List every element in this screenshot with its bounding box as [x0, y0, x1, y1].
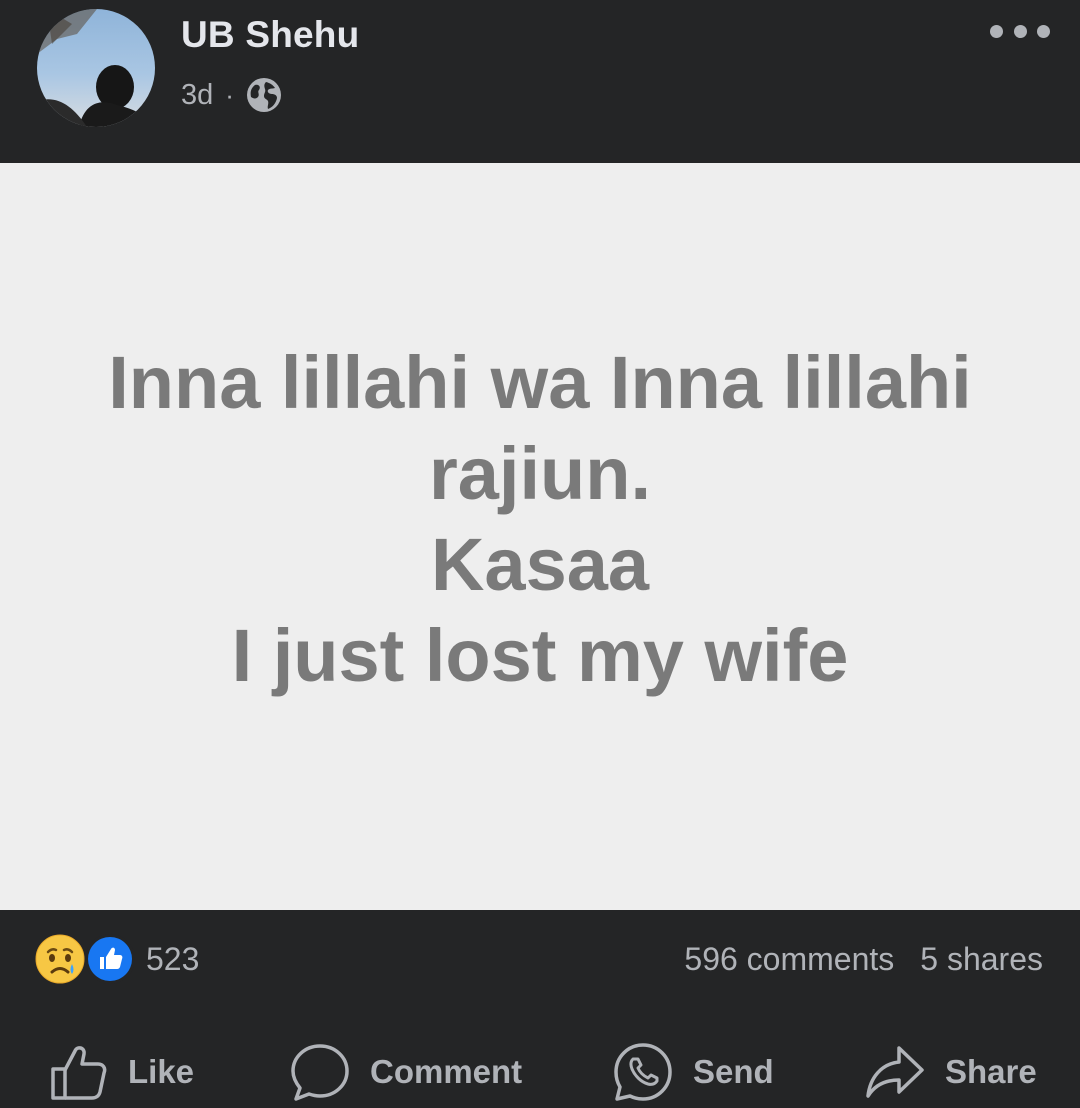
like-reaction-icon [85, 934, 135, 984]
comment-button[interactable]: Comment [290, 1042, 522, 1102]
more-dot [1013, 24, 1027, 38]
post-text: Inna lillahi wa Inna lillahi rajiun. Kas… [40, 337, 1040, 701]
post-body[interactable]: Inna lillahi wa Inna lillahi rajiun. Kas… [0, 163, 1080, 910]
author-name[interactable]: UB Shehu [181, 14, 359, 56]
reactions-summary: 523 596 comments 5 shares [0, 910, 1080, 1010]
post-header: UB Shehu 3d · [0, 0, 1080, 163]
feed-post: UB Shehu 3d · Inna lillahi wa Inna lilla… [0, 0, 1080, 1108]
more-horizontal-icon [990, 24, 1003, 38]
reaction-icons[interactable] [35, 934, 135, 984]
post-text-line: Inna lillahi wa Inna lillahi [108, 340, 972, 424]
more-options-button[interactable] [990, 20, 1050, 42]
thumbs-up-icon [51, 1046, 107, 1100]
reaction-count[interactable]: 523 [146, 941, 199, 978]
avatar[interactable] [37, 9, 155, 127]
post-meta: 3d · [181, 76, 282, 114]
post-text-line: I just lost my wife [231, 613, 849, 697]
like-label: Like [128, 1053, 195, 1090]
post-stats: 596 comments 5 shares [684, 941, 1043, 978]
share-arrow-icon [866, 1046, 924, 1098]
globe-icon [246, 77, 282, 113]
post-text-line: rajiun. [428, 431, 652, 515]
whatsapp-icon [614, 1043, 672, 1101]
post-text-line: Kasaa [430, 522, 650, 606]
send-button[interactable]: Send [613, 1042, 774, 1102]
post-time[interactable]: 3d [181, 79, 213, 112]
share-button[interactable]: Share [865, 1042, 1037, 1102]
shares-count[interactable]: 5 shares [920, 941, 1043, 978]
comment-icon [291, 1044, 349, 1101]
comment-label: Comment [370, 1053, 523, 1090]
meta-separator: · [225, 79, 234, 110]
more-dot [1037, 24, 1050, 38]
share-label: Share [945, 1053, 1037, 1090]
action-bar: Like Comment Send Share [0, 1030, 1080, 1108]
like-button[interactable]: Like [50, 1042, 194, 1102]
sad-reaction-icon [35, 934, 85, 984]
send-label: Send [693, 1053, 774, 1090]
comments-count[interactable]: 596 comments [684, 941, 894, 978]
